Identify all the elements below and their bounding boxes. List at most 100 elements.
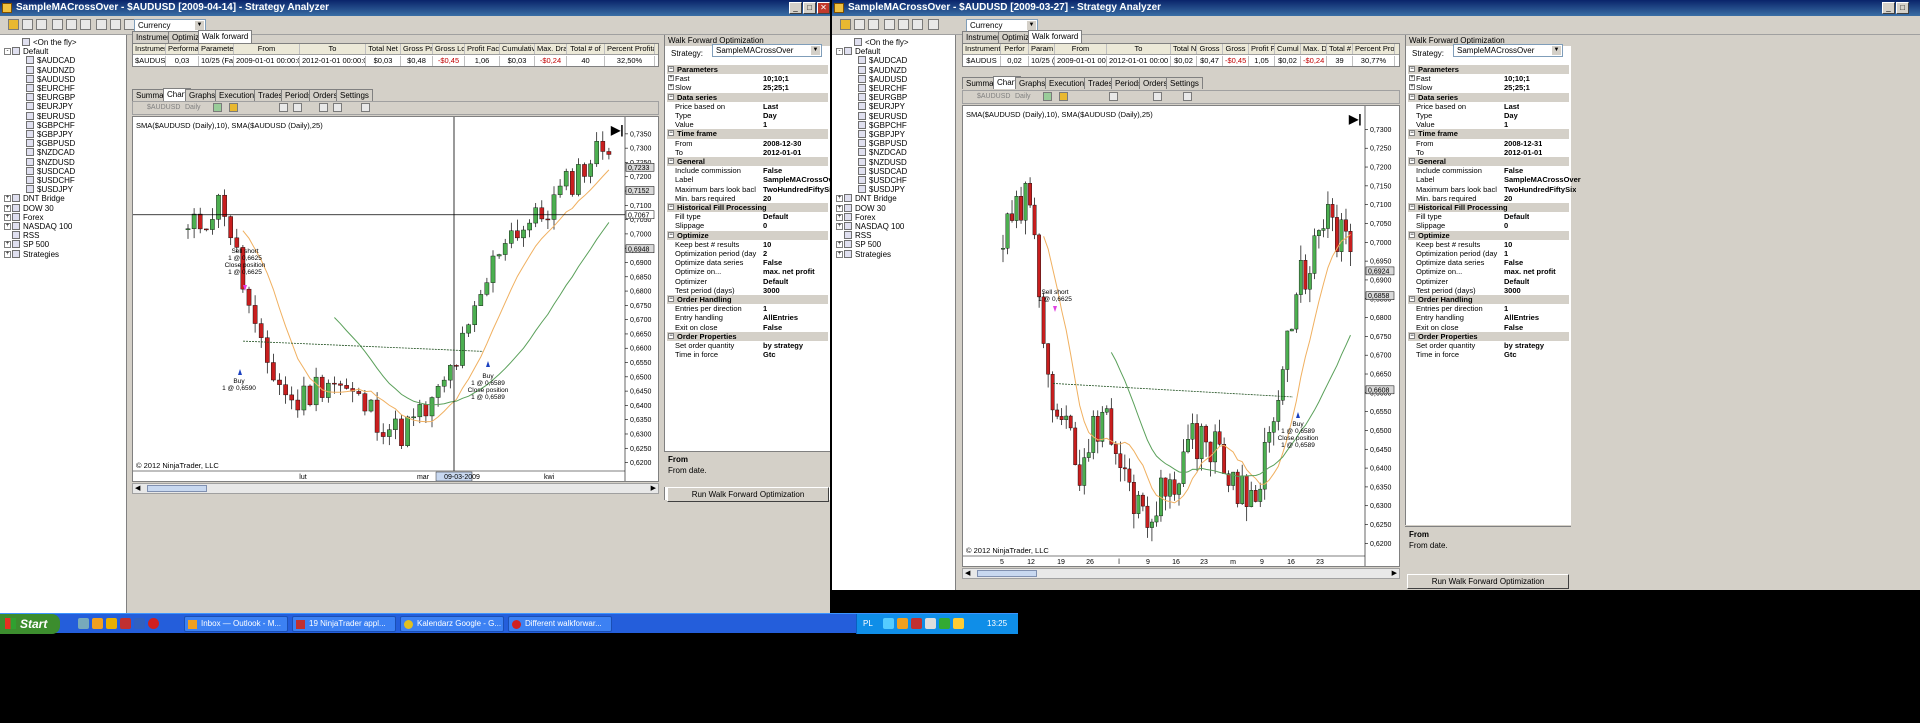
property-row[interactable]: Include commission False xyxy=(667,166,828,175)
collapse-icon[interactable]: − xyxy=(668,66,674,72)
draw-tool-icon[interactable] xyxy=(229,103,238,112)
property-value[interactable]: SampleMACrossOver xyxy=(763,175,830,184)
property-value[interactable]: 0 xyxy=(763,221,767,230)
results-grid[interactable]: Instrument Perfor Param From To Total N Gross G… xyxy=(962,43,1400,67)
property-row[interactable]: Entry handling AllEntries xyxy=(1408,313,1569,322)
property-row[interactable]: Slippage 0 xyxy=(667,221,828,230)
property-row[interactable]: Price based on Last xyxy=(1408,102,1569,111)
bar-type-icon[interactable] xyxy=(213,103,222,112)
property-row[interactable]: Test period (days) 3000 xyxy=(1408,286,1569,295)
tab-settings[interactable]: Settings xyxy=(1166,77,1203,89)
properties-icon[interactable] xyxy=(319,103,328,112)
property-category[interactable]: − Order Handling xyxy=(1408,295,1569,305)
property-value[interactable]: Day xyxy=(763,111,777,120)
property-value[interactable]: 10;10;1 xyxy=(1504,74,1530,83)
column-header[interactable]: Profit F xyxy=(1249,44,1275,54)
scroll-right-icon[interactable]: ▶ xyxy=(651,484,656,492)
horizontal-scrollbar[interactable]: ◀ ▶ xyxy=(132,483,659,494)
property-row[interactable]: Optimization period (day 2 xyxy=(667,249,828,258)
expand-icon[interactable]: + xyxy=(4,213,11,221)
property-value[interactable]: 10 xyxy=(1504,240,1512,249)
property-value[interactable]: False xyxy=(1504,166,1523,175)
tree-node[interactable]: + Strategies xyxy=(4,249,59,260)
tab-settings[interactable]: Settings xyxy=(336,89,373,101)
chart-instrument[interactable]: $AUDUSD xyxy=(147,102,180,114)
walkforward-icon[interactable] xyxy=(912,19,923,30)
strategies-icon[interactable] xyxy=(361,103,370,112)
results-grid[interactable]: InstrumenPerformanParameterFromToTotal N… xyxy=(132,43,659,67)
expand-icon[interactable]: + xyxy=(4,223,11,230)
property-row[interactable]: Type Day xyxy=(1408,111,1569,120)
property-value[interactable]: TwoHundredFiftySix xyxy=(1504,185,1576,194)
column-header[interactable]: Performan xyxy=(166,44,199,54)
expand-icon[interactable]: + xyxy=(836,250,843,258)
property-row[interactable]: Label SampleMACrossOver xyxy=(667,175,830,184)
tab-walk-forward[interactable]: Walk forward xyxy=(198,30,253,43)
expand-icon[interactable]: + xyxy=(836,213,843,221)
column-header[interactable]: Gross Pro xyxy=(401,44,433,54)
filter-icon[interactable] xyxy=(928,19,939,30)
property-value[interactable]: False xyxy=(1504,323,1523,332)
property-value[interactable]: Last xyxy=(1504,102,1519,111)
property-value[interactable]: by strategy xyxy=(1504,341,1544,350)
column-header[interactable]: Max. Dra xyxy=(535,44,567,54)
property-category[interactable]: − Time frame xyxy=(667,129,828,139)
property-row[interactable]: Value 1 xyxy=(1408,120,1569,129)
property-value[interactable]: 1 xyxy=(1504,304,1508,313)
property-value[interactable]: 2008-12-30 xyxy=(763,139,801,148)
property-value[interactable]: 3000 xyxy=(1504,286,1521,295)
expand-icon[interactable]: + xyxy=(836,241,843,249)
property-category[interactable]: − Parameters xyxy=(667,65,828,75)
backtest-icon[interactable] xyxy=(52,19,63,30)
property-category[interactable]: − Data series xyxy=(667,92,828,102)
strategy-combo[interactable]: SampleMACrossOver ▼ xyxy=(1453,44,1563,57)
property-category[interactable]: − Optimize xyxy=(1408,230,1569,240)
collapse-icon[interactable]: - xyxy=(836,48,843,56)
word-icon[interactable] xyxy=(134,618,145,629)
expand-icon[interactable]: + xyxy=(1409,75,1415,82)
property-row[interactable]: Min. bars required 20 xyxy=(667,194,828,203)
column-header[interactable]: From xyxy=(1055,44,1107,54)
open-icon[interactable] xyxy=(8,19,19,30)
scroll-thumb[interactable] xyxy=(147,485,207,492)
price-chart[interactable]: 0,7300 0,7250 0,7200 0,7150 0,7100 0,7050 0,70… xyxy=(962,105,1400,567)
column-header[interactable]: Cumul xyxy=(1275,44,1301,54)
property-value[interactable]: Gtc xyxy=(1504,350,1517,359)
property-value[interactable]: SampleMACrossOver xyxy=(1504,175,1581,184)
properties-icon[interactable] xyxy=(1153,92,1162,101)
property-value[interactable]: Day xyxy=(1504,111,1518,120)
expand-icon[interactable]: + xyxy=(668,84,674,91)
price-chart-svg[interactable]: 0,7300 0,7250 0,7200 0,7150 0,7100 0,7050 0,70… xyxy=(963,106,1400,567)
draw-tool-icon[interactable] xyxy=(1059,92,1068,101)
minimize-button[interactable]: _ xyxy=(1882,2,1895,14)
volume-icon[interactable] xyxy=(925,618,936,629)
property-row[interactable]: To 2012-01-01 xyxy=(1408,148,1569,157)
property-row[interactable]: Value 1 xyxy=(667,120,828,129)
property-category[interactable]: − General xyxy=(1408,157,1569,167)
backtest-icon[interactable] xyxy=(884,19,895,30)
taskbar-task-ninjatrader[interactable]: 19 NinjaTrader appl... xyxy=(292,616,396,632)
table-row[interactable]: $AUDUS 0,03 10/25 (Fa 2009-01-01 00:00:00 20… xyxy=(133,56,658,66)
chart-instrument[interactable]: $AUDUSD xyxy=(977,91,1010,103)
crosshair-icon[interactable] xyxy=(279,103,288,112)
collapse-icon[interactable]: − xyxy=(668,93,674,100)
open-icon[interactable] xyxy=(840,19,851,30)
collapse-icon[interactable]: − xyxy=(1409,296,1415,302)
property-row[interactable]: Exit on close False xyxy=(667,323,828,332)
optimize-icon[interactable] xyxy=(66,19,77,30)
property-row[interactable]: Keep best # results 10 xyxy=(1408,240,1569,249)
property-row[interactable]: Fill type Default xyxy=(667,212,828,221)
expand-icon[interactable]: + xyxy=(4,204,11,212)
expand-icon[interactable]: + xyxy=(668,75,674,82)
property-category[interactable]: − Optimize xyxy=(667,230,828,240)
strategies-icon[interactable] xyxy=(1183,92,1192,101)
close-button[interactable]: ✕ xyxy=(817,2,830,14)
export-icon[interactable] xyxy=(110,19,121,30)
collapse-icon[interactable]: − xyxy=(668,296,674,302)
property-value[interactable]: 25;25;1 xyxy=(1504,83,1530,92)
property-row[interactable]: Time in force Gtc xyxy=(667,350,828,359)
property-row[interactable]: From 2008-12-31 xyxy=(1408,139,1569,148)
chart-period[interactable]: Daily xyxy=(1015,91,1031,103)
property-row[interactable]: Set order quantity by strategy xyxy=(667,341,828,350)
property-value[interactable]: Default xyxy=(763,212,788,221)
